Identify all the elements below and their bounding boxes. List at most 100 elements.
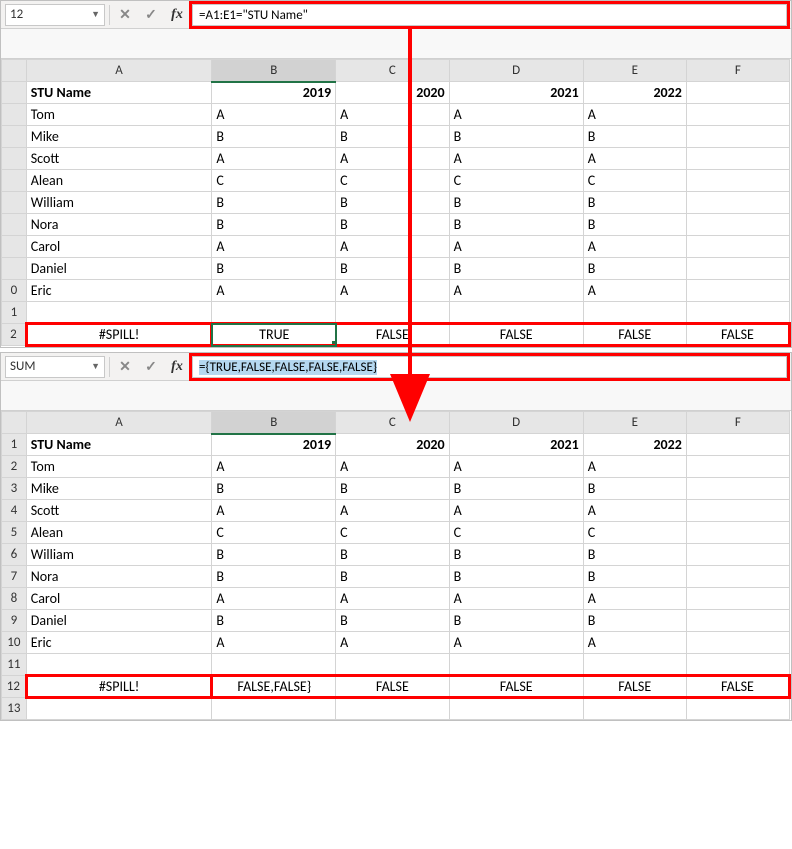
cell[interactable]: A [449,148,583,170]
cell[interactable] [449,654,583,676]
cell[interactable] [686,302,789,324]
cell[interactable]: A [212,588,336,610]
cell[interactable] [686,500,789,522]
cell[interactable]: 2019 [212,82,336,104]
cell[interactable]: A [449,456,583,478]
row-header[interactable]: 11 [2,654,27,676]
cell[interactable]: A [583,104,686,126]
row-header[interactable] [2,148,27,170]
cell[interactable]: B [583,258,686,280]
cell[interactable]: A [336,456,449,478]
cell[interactable]: C [336,170,449,192]
cell[interactable]: FALSE [686,324,789,346]
col-header-F[interactable]: F [686,412,789,434]
cell[interactable]: FALSE,FALSE} [212,676,336,698]
cell[interactable]: Tom [26,104,212,126]
cell[interactable]: B [583,126,686,148]
cell[interactable]: Eric [26,280,212,302]
cell[interactable]: A [449,280,583,302]
cell[interactable] [686,236,789,258]
cell[interactable]: A [212,500,336,522]
cell[interactable]: C [583,170,686,192]
name-box[interactable]: SUM ▼ [5,356,105,378]
col-header-D[interactable]: D [449,60,583,82]
col-header-D[interactable]: D [449,412,583,434]
cell[interactable]: B [449,610,583,632]
cell[interactable]: B [449,126,583,148]
cell[interactable] [686,192,789,214]
worksheet-top[interactable]: A B C D E F STU Name2019202020212022TomA… [1,59,791,347]
cell[interactable] [686,148,789,170]
cell[interactable]: Scott [26,500,212,522]
row-header[interactable]: 8 [2,588,27,610]
cell[interactable] [583,698,686,720]
cell[interactable]: Mike [26,126,212,148]
cell[interactable] [686,566,789,588]
cell[interactable]: Alean [26,522,212,544]
cell[interactable]: A [583,148,686,170]
cell[interactable]: FALSE [449,324,583,346]
cell[interactable]: 2021 [449,434,583,456]
cell[interactable]: A [212,148,336,170]
row-header[interactable]: 1 [2,302,27,324]
row-header[interactable] [2,82,27,104]
cell[interactable]: B [212,126,336,148]
cell[interactable]: B [336,478,449,500]
cell[interactable]: B [212,478,336,500]
row-header[interactable]: 0 [2,280,27,302]
row-header[interactable] [2,104,27,126]
cell[interactable]: B [212,192,336,214]
cell[interactable]: TRUE [212,324,336,346]
cell[interactable] [686,588,789,610]
cell[interactable]: A [212,280,336,302]
cell[interactable]: A [212,236,336,258]
cell[interactable]: A [583,236,686,258]
select-all-corner[interactable] [2,60,27,82]
col-header-A[interactable]: A [26,60,212,82]
cell[interactable]: B [336,126,449,148]
row-header[interactable]: 3 [2,478,27,500]
cell[interactable] [686,698,789,720]
cell[interactable] [212,698,336,720]
cell[interactable] [686,632,789,654]
cell[interactable] [336,302,449,324]
row-header[interactable] [2,170,27,192]
cell[interactable]: B [449,258,583,280]
cell[interactable]: A [212,104,336,126]
cell[interactable]: #SPILL! [26,676,212,698]
cell[interactable]: Eric [26,632,212,654]
cell[interactable]: B [449,214,583,236]
cell[interactable] [686,126,789,148]
row-header[interactable]: 2 [2,456,27,478]
cell[interactable] [686,258,789,280]
cell[interactable]: Scott [26,148,212,170]
row-header[interactable]: 12 [2,676,27,698]
cell[interactable]: A [583,500,686,522]
row-header[interactable]: 13 [2,698,27,720]
cell[interactable]: A [583,632,686,654]
cell[interactable]: FALSE [336,676,449,698]
row-header[interactable] [2,258,27,280]
cell[interactable]: 2019 [212,434,336,456]
cell[interactable]: 2021 [449,82,583,104]
cell[interactable] [336,654,449,676]
cell[interactable]: A [336,104,449,126]
cell[interactable] [26,698,212,720]
col-header-C[interactable]: C [336,412,449,434]
row-header[interactable]: 4 [2,500,27,522]
row-header[interactable] [2,214,27,236]
col-header-B[interactable]: B [212,60,336,82]
formula-input[interactable]: ={TRUE,FALSE,FALSE,FALSE,FALSE} [192,356,787,378]
cell[interactable]: B [336,214,449,236]
cell[interactable]: A [583,280,686,302]
cell[interactable]: A [336,588,449,610]
col-header-E[interactable]: E [583,412,686,434]
row-header[interactable]: 7 [2,566,27,588]
cell[interactable] [686,654,789,676]
cell[interactable]: C [449,170,583,192]
cell[interactable]: William [26,192,212,214]
cell[interactable]: A [449,104,583,126]
col-header-C[interactable]: C [336,60,449,82]
cell[interactable]: B [583,478,686,500]
cell[interactable] [449,698,583,720]
